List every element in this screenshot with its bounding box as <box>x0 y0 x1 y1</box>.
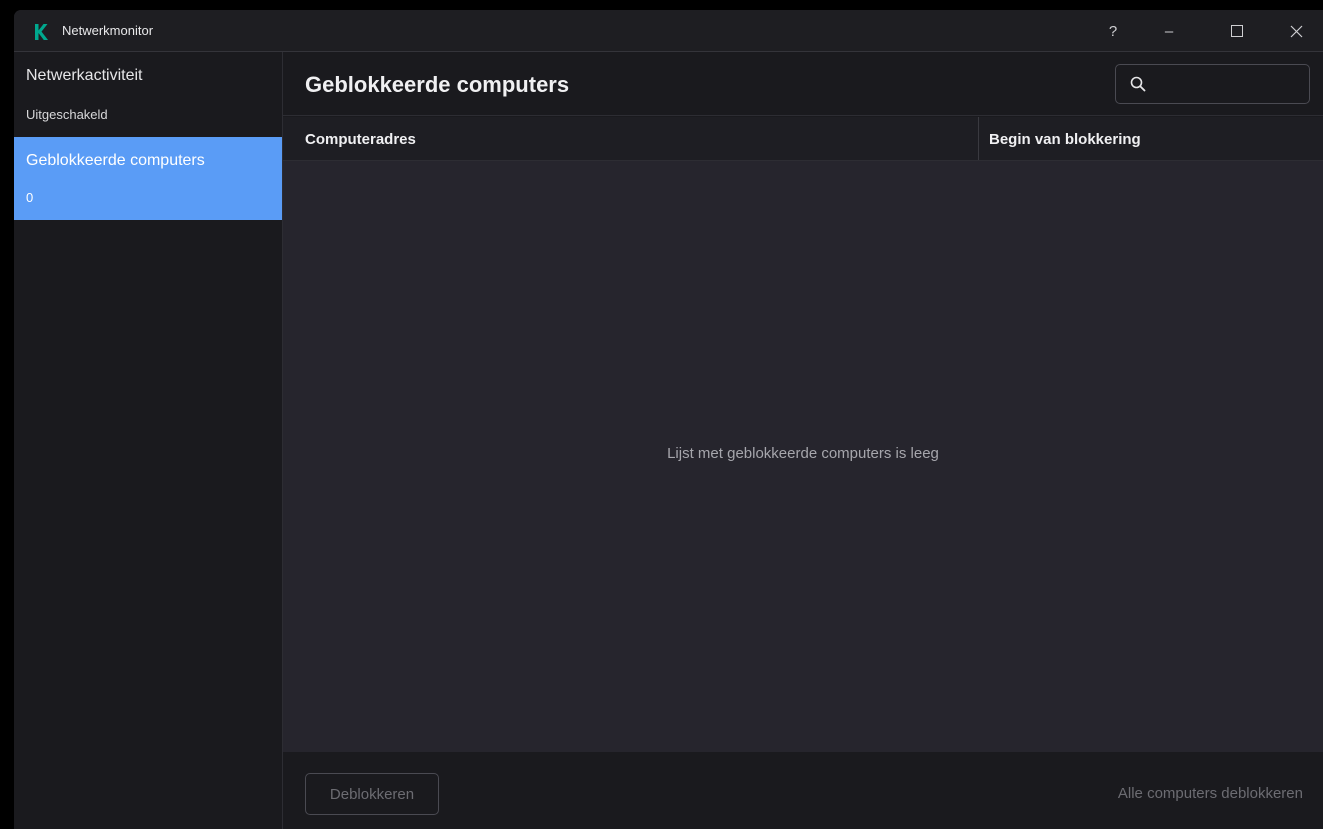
maximize-button[interactable] <box>1221 18 1253 44</box>
minimize-button[interactable]: – <box>1153 18 1185 44</box>
sidebar-item-count: 0 <box>26 190 34 205</box>
footer-bar: Deblokkeren Alle computers deblokkeren <box>283 752 1323 829</box>
minimize-icon: – <box>1164 22 1174 40</box>
table-header: Computeradres Begin van blokkering <box>283 117 1323 161</box>
sidebar: Netwerkactiviteit Uitgeschakeld Geblokke… <box>14 52 283 829</box>
sidebar-item-network-activity[interactable]: Netwerkactiviteit Uitgeschakeld <box>14 52 282 136</box>
close-button[interactable] <box>1280 18 1312 44</box>
kaspersky-k-icon <box>35 24 48 40</box>
page-title: Geblokkeerde computers <box>305 72 570 97</box>
sidebar-item-label: Geblokkeerde computers <box>26 152 205 169</box>
table-body: Lijst met geblokkeerde computers is leeg <box>283 161 1323 752</box>
column-header-block-start[interactable]: Begin van blokkering <box>989 131 1141 148</box>
column-header-computer-address[interactable]: Computeradres <box>305 131 416 148</box>
unblock-button[interactable]: Deblokkeren <box>305 773 439 815</box>
column-resize-handle[interactable] <box>978 117 979 160</box>
close-icon <box>1290 25 1302 37</box>
maximize-icon <box>1231 25 1243 37</box>
help-button[interactable]: ? <box>1097 18 1129 44</box>
sidebar-item-status: Uitgeschakeld <box>26 107 108 122</box>
help-icon: ? <box>1108 22 1118 40</box>
search-icon <box>1130 76 1146 92</box>
sidebar-item-label: Netwerkactiviteit <box>26 67 143 84</box>
app-title: Netwerkmonitor <box>62 23 154 38</box>
network-monitor-window: Netwerkmonitor ? – Netwerkactiviteit Uit… <box>14 10 1323 829</box>
main-panel: Geblokkeerde computers Computeradres Beg… <box>283 52 1323 829</box>
title-bar: Netwerkmonitor ? – <box>14 10 1323 52</box>
sidebar-item-blocked-computers[interactable]: Geblokkeerde computers 0 <box>14 137 282 220</box>
search-box[interactable] <box>1115 64 1310 104</box>
page-header: Geblokkeerde computers <box>283 52 1323 116</box>
search-input[interactable] <box>1154 75 1308 93</box>
empty-state-message: Lijst met geblokkeerde computers is leeg <box>667 445 939 462</box>
unblock-all-button[interactable]: Alle computers deblokkeren <box>1118 785 1303 802</box>
